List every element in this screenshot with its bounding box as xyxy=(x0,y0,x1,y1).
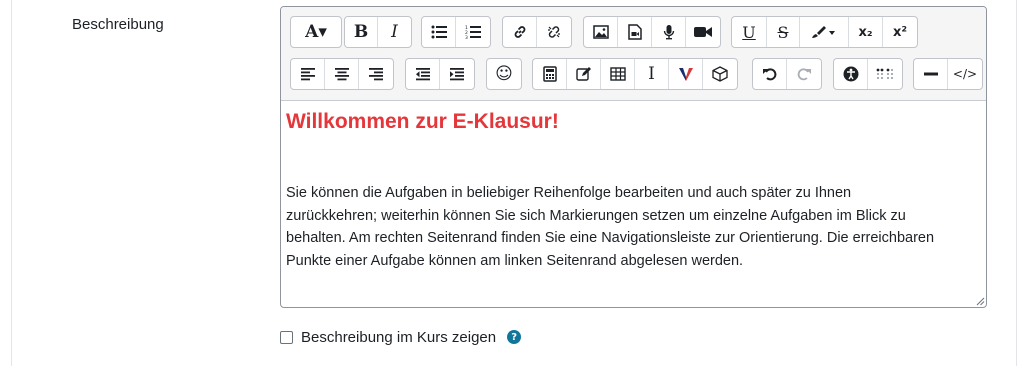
html-button[interactable]: </> xyxy=(948,59,982,89)
emoji-button[interactable]: ☺ xyxy=(487,59,521,89)
text-color-button[interactable] xyxy=(800,17,849,47)
paragraph-line: behalten. Am rechten Seitenrand finden S… xyxy=(286,230,935,247)
resize-handle-icon[interactable] xyxy=(975,296,985,306)
toolbar-group-history xyxy=(752,58,822,90)
text-cursor-button[interactable]: I xyxy=(635,59,669,89)
accessibility-button[interactable] xyxy=(834,59,868,89)
editor-toolbar: A▾ B I 123 U S x₂ x² ☺ I </> xyxy=(281,7,986,101)
table-button[interactable] xyxy=(601,59,635,89)
undo-button[interactable] xyxy=(753,59,787,89)
bullet-list-button[interactable] xyxy=(422,17,456,47)
toolbar-group-lists: 123 xyxy=(421,16,491,48)
text-cursor-icon: I xyxy=(648,64,655,84)
numbered-list-button[interactable]: 123 xyxy=(456,17,490,47)
calculator-icon xyxy=(542,66,557,82)
show-in-course-checkbox[interactable] xyxy=(280,330,293,344)
cube-icon xyxy=(712,66,728,82)
bullet-list-icon xyxy=(431,25,447,39)
content-paragraph: Sie können die Aufgaben in beliebiger Re… xyxy=(286,182,976,272)
braille-button[interactable] xyxy=(868,59,902,89)
subscript-icon: x₂ xyxy=(858,24,873,40)
italic-button[interactable]: I xyxy=(378,17,411,47)
accessibility-icon xyxy=(843,66,858,82)
bold-icon: B xyxy=(353,22,369,42)
subscript-button[interactable]: x₂ xyxy=(849,17,883,47)
field-label: Beschreibung xyxy=(72,16,164,33)
microphone-button[interactable] xyxy=(652,17,686,47)
toolbar-group-misc: </> xyxy=(913,58,983,90)
align-left-button[interactable] xyxy=(291,59,325,89)
numbered-list-icon: 123 xyxy=(465,25,481,39)
show-in-course-row: Beschreibung im Kurs zeigen ? xyxy=(280,328,522,346)
strikethrough-button[interactable]: S xyxy=(767,17,800,47)
media-file-button[interactable] xyxy=(618,17,652,47)
html-code-icon: </> xyxy=(952,67,978,81)
superscript-icon: x² xyxy=(892,24,908,40)
horizontal-rule-icon xyxy=(923,72,938,76)
unlink-button[interactable] xyxy=(537,17,571,47)
toolbar-group-align xyxy=(290,58,394,90)
emoji-icon: ☺ xyxy=(495,64,513,84)
help-icon[interactable]: ? xyxy=(507,330,522,344)
image-icon xyxy=(592,25,609,39)
outdent-icon xyxy=(415,68,430,81)
toolbar-group-indent xyxy=(405,58,475,90)
paragraph-line: Punkte einer Aufgabe können am linken Se… xyxy=(286,252,744,269)
paragraph-line: Sie können die Aufgaben in beliebiger Re… xyxy=(286,185,852,201)
toolbar-group-font: A▾ xyxy=(290,16,342,48)
help-icon-glyph: ? xyxy=(511,331,518,343)
video-camera-icon xyxy=(694,27,712,37)
v-plugin-button[interactable] xyxy=(669,59,703,89)
edit-button[interactable] xyxy=(567,59,601,89)
edit-icon xyxy=(575,67,591,81)
braille-icon xyxy=(876,68,893,79)
align-right-icon xyxy=(369,68,383,81)
underline-button[interactable]: U xyxy=(732,17,767,47)
toolbar-group-links xyxy=(502,16,572,48)
calculator-button[interactable] xyxy=(533,59,567,89)
undo-icon xyxy=(762,68,776,81)
font-size-icon: A▾ xyxy=(305,22,327,42)
unlink-icon xyxy=(548,26,560,38)
toolbar-group-style: B I xyxy=(344,16,412,48)
show-in-course-label[interactable]: Beschreibung im Kurs zeigen xyxy=(301,329,496,346)
table-icon xyxy=(609,67,626,81)
editor-content[interactable]: Willkommen zur E-Klausur! Sie können die… xyxy=(281,102,986,307)
paragraph-line: zurückkehren; weiterhin können Sie sich … xyxy=(286,207,906,224)
v-plugin-icon xyxy=(678,68,693,81)
rich-text-editor[interactable]: A▾ B I 123 U S x₂ x² ☺ I </> Willkommen … xyxy=(280,6,987,308)
bold-button[interactable]: B xyxy=(345,17,378,47)
align-left-icon xyxy=(300,68,315,81)
toolbar-group-access xyxy=(833,58,903,90)
cube-button[interactable] xyxy=(703,59,737,89)
outdent-button[interactable] xyxy=(406,59,440,89)
indent-icon xyxy=(450,68,464,81)
horizontal-rule-button[interactable] xyxy=(914,59,948,89)
microphone-icon xyxy=(663,25,674,40)
superscript-button[interactable]: x² xyxy=(883,17,917,47)
align-center-icon xyxy=(334,68,349,81)
content-heading: Willkommen zur E-Klausur! xyxy=(286,110,559,133)
toolbar-group-media xyxy=(583,16,721,48)
toolbar-group-insert: I xyxy=(532,58,738,90)
align-right-button[interactable] xyxy=(359,59,393,89)
toolbar-group-format: U S x₂ x² xyxy=(731,16,918,48)
align-center-button[interactable] xyxy=(325,59,359,89)
toolbar-group-emoji: ☺ xyxy=(486,58,522,90)
redo-icon xyxy=(797,68,811,81)
underline-icon: U xyxy=(742,22,756,42)
svg-text:3: 3 xyxy=(465,35,468,39)
redo-button[interactable] xyxy=(787,59,821,89)
media-file-icon xyxy=(627,24,642,40)
link-button[interactable] xyxy=(503,17,537,47)
image-button[interactable] xyxy=(584,17,618,47)
link-icon xyxy=(514,26,525,38)
strikethrough-icon: S xyxy=(777,22,789,42)
indent-button[interactable] xyxy=(440,59,474,89)
paint-brush-icon xyxy=(812,26,835,38)
italic-icon: I xyxy=(391,22,398,42)
font-size-button[interactable]: A▾ xyxy=(291,17,341,47)
video-button[interactable] xyxy=(686,17,720,47)
